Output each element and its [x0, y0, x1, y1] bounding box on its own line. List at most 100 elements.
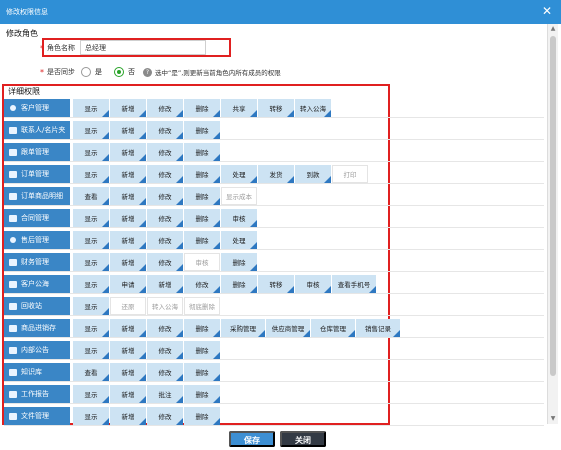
help-icon: ? — [143, 67, 152, 77]
permission-toggle[interactable]: 新增 — [110, 341, 146, 359]
permission-toggle[interactable]: 显示 — [73, 253, 109, 271]
permission-toggle[interactable]: 修改 — [147, 341, 183, 359]
permission-toggle[interactable]: 修改 — [147, 407, 183, 425]
permission-toggle[interactable]: 显示 — [73, 143, 109, 161]
sync-no-radio[interactable] — [114, 67, 124, 77]
scroll-thumb[interactable] — [550, 36, 556, 376]
permission-toggle[interactable]: 到款 — [295, 165, 331, 183]
permission-toggle[interactable]: 新增 — [110, 99, 146, 117]
save-button[interactable]: 保存 — [229, 431, 275, 447]
permission-toggle[interactable]: 删除 — [221, 253, 257, 271]
notice-icon — [8, 346, 18, 355]
permission-toggle[interactable]: 采购管理 — [221, 319, 265, 337]
permission-toggle[interactable]: 显示 — [73, 319, 109, 337]
permission-toggle[interactable]: 删除 — [221, 275, 257, 293]
permission-toggle[interactable]: 修改 — [147, 319, 183, 337]
permission-toggle[interactable]: 显示 — [73, 99, 109, 117]
service-icon — [8, 236, 18, 245]
permission-toggle[interactable]: 删除 — [184, 385, 220, 403]
scroll-down-icon[interactable]: ▼ — [548, 414, 558, 424]
permission-toggle[interactable]: 显示 — [73, 121, 109, 139]
permission-toggle[interactable]: 显示 — [73, 275, 109, 293]
close-icon[interactable]: ✕ — [541, 5, 553, 17]
edit-icon — [8, 148, 18, 157]
permission-toggle[interactable]: 供应商管理 — [266, 319, 310, 337]
permission-toggle[interactable]: 仓库管理 — [311, 319, 355, 337]
required-mark: * — [40, 43, 44, 53]
permission-toggle[interactable]: 查看手机号 — [332, 275, 376, 293]
permission-toggle[interactable]: 查看 — [73, 363, 109, 381]
permission-toggle[interactable]: 处理 — [221, 165, 257, 183]
module-name: 客户管理 — [21, 104, 49, 112]
sync-yes-radio[interactable] — [81, 67, 91, 77]
scroll-up-icon[interactable]: ▲ — [548, 24, 558, 34]
permission-toggle[interactable]: 审核 — [221, 209, 257, 227]
vertical-scrollbar[interactable]: ▲ ▼ — [547, 24, 558, 424]
permission-toggle[interactable]: 显示 — [73, 231, 109, 249]
permission-toggle[interactable]: 新增 — [147, 275, 183, 293]
permission-toggle[interactable]: 新增 — [110, 187, 146, 205]
module-label: 回收站 — [4, 297, 70, 315]
permission-toggle[interactable]: 审核 — [184, 253, 220, 271]
permission-toggle[interactable]: 新增 — [110, 407, 146, 425]
permission-toggle[interactable]: 新增 — [110, 385, 146, 403]
permission-toggle[interactable]: 打印 — [332, 165, 368, 183]
permission-toggle[interactable]: 修改 — [147, 253, 183, 271]
permission-toggle[interactable]: 销售记录 — [356, 319, 400, 337]
permission-toggle[interactable]: 修改 — [147, 99, 183, 117]
permission-toggle[interactable]: 修改 — [147, 165, 183, 183]
permission-toggle[interactable]: 删除 — [184, 363, 220, 381]
permission-toggle[interactable]: 删除 — [184, 143, 220, 161]
permission-toggle[interactable]: 显示 — [73, 407, 109, 425]
permission-toggle[interactable]: 修改 — [147, 121, 183, 139]
permission-toggle[interactable]: 查看 — [73, 187, 109, 205]
permission-toggle[interactable]: 删除 — [184, 407, 220, 425]
permission-toggle[interactable]: 批注 — [147, 385, 183, 403]
permission-toggle[interactable]: 修改 — [184, 275, 220, 293]
role-name-input[interactable] — [80, 40, 206, 55]
permission-toggle[interactable]: 修改 — [147, 363, 183, 381]
permission-toggle[interactable]: 显示 — [73, 297, 109, 315]
module-label: 合同管理 — [4, 209, 70, 227]
close-button[interactable]: 关闭 — [280, 431, 326, 447]
permission-toggle[interactable]: 修改 — [147, 187, 183, 205]
permission-toggle[interactable]: 新增 — [110, 319, 146, 337]
report-icon — [8, 390, 18, 399]
permission-toggle[interactable]: 审核 — [295, 275, 331, 293]
permission-toggle[interactable]: 转入公海 — [147, 297, 183, 315]
permission-toggle[interactable]: 还原 — [110, 297, 146, 315]
permission-toggle[interactable]: 删除 — [184, 165, 220, 183]
permission-toggle[interactable]: 删除 — [184, 341, 220, 359]
permission-toggle[interactable]: 删除 — [184, 209, 220, 227]
permission-toggle[interactable]: 删除 — [184, 99, 220, 117]
permission-toggle[interactable]: 修改 — [147, 143, 183, 161]
required-mark: * — [40, 67, 44, 77]
permission-toggle[interactable]: 转移 — [258, 275, 294, 293]
permission-toggle[interactable]: 转入公海 — [295, 99, 331, 117]
permission-toggle[interactable]: 彻底删除 — [184, 297, 220, 315]
permission-toggle[interactable]: 删除 — [184, 231, 220, 249]
permission-toggle[interactable]: 转移 — [258, 99, 294, 117]
permission-toggle[interactable]: 新增 — [110, 209, 146, 227]
permission-toggle[interactable]: 显示 — [73, 165, 109, 183]
permission-toggle[interactable]: 删除 — [184, 187, 220, 205]
permission-toggle[interactable]: 新增 — [110, 165, 146, 183]
permission-toggle[interactable]: 显示成本 — [221, 187, 257, 205]
permission-toggle[interactable]: 处理 — [221, 231, 257, 249]
permission-toggle[interactable]: 申请 — [110, 275, 146, 293]
permission-toggle[interactable]: 新增 — [110, 363, 146, 381]
permission-toggle[interactable]: 发货 — [258, 165, 294, 183]
permission-toggle[interactable]: 显示 — [73, 209, 109, 227]
permission-toggle[interactable]: 修改 — [147, 231, 183, 249]
permission-toggle[interactable]: 修改 — [147, 209, 183, 227]
permission-toggle[interactable]: 删除 — [184, 319, 220, 337]
permission-toggle[interactable]: 删除 — [184, 121, 220, 139]
permission-toggle[interactable]: 显示 — [73, 385, 109, 403]
permission-toggle[interactable]: 显示 — [73, 341, 109, 359]
permission-toggle[interactable]: 新增 — [110, 121, 146, 139]
permission-toggle[interactable]: 新增 — [110, 143, 146, 161]
permission-toggle[interactable]: 新增 — [110, 253, 146, 271]
contract-icon — [8, 214, 18, 223]
permission-toggle[interactable]: 新增 — [110, 231, 146, 249]
permission-toggle[interactable]: 共享 — [221, 99, 257, 117]
